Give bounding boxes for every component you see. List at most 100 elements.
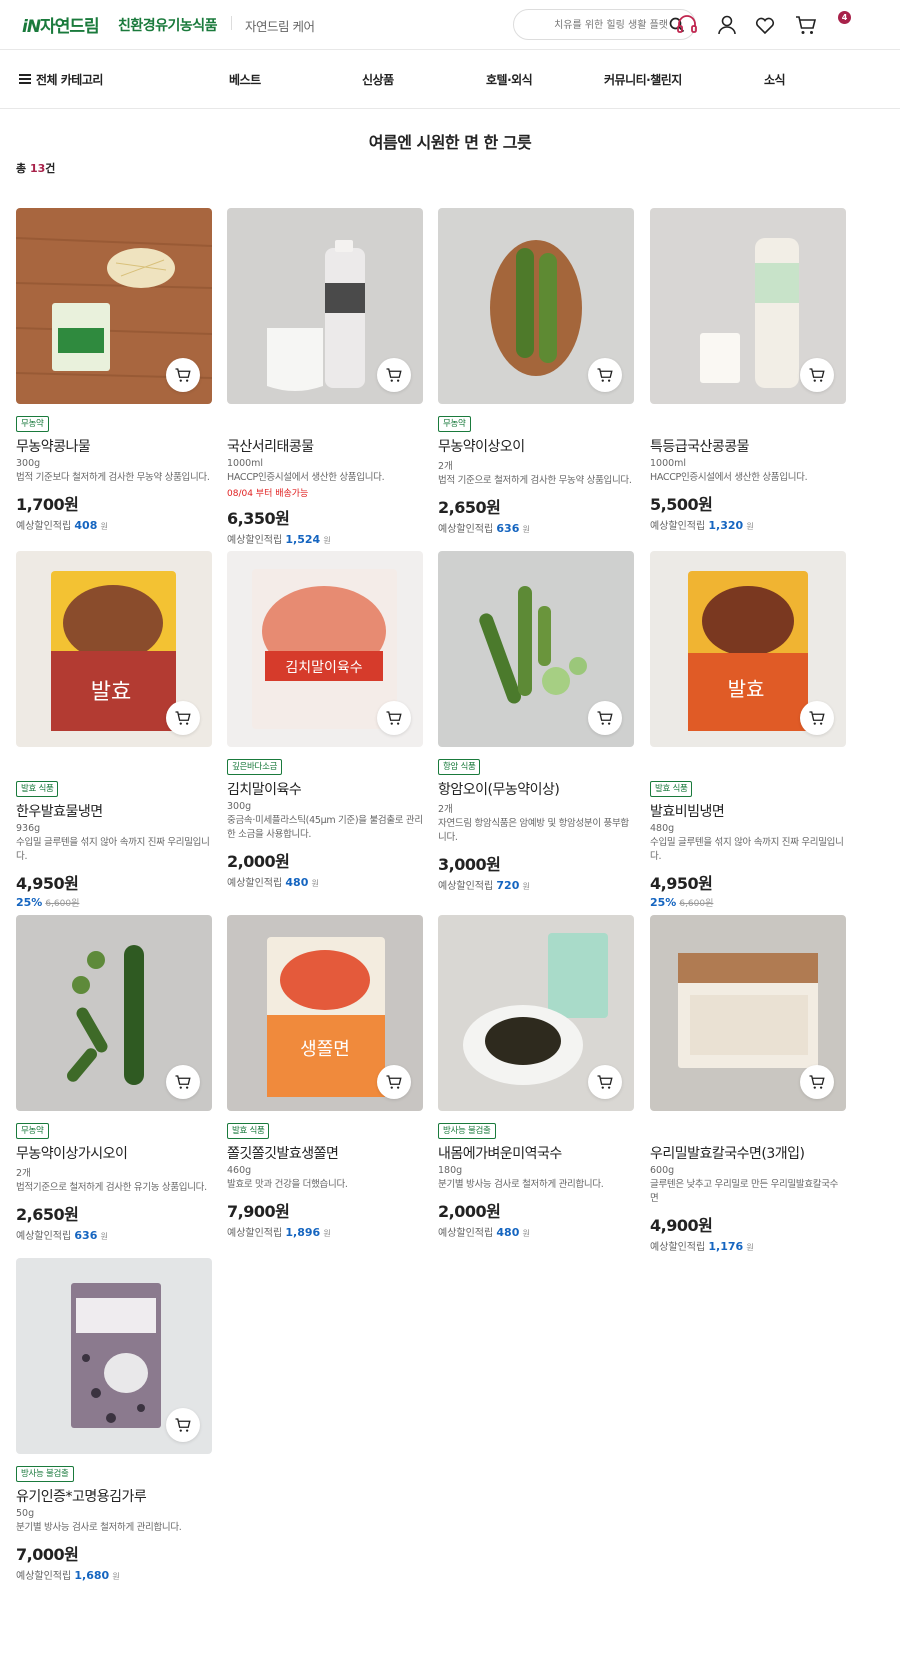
expected-points: 예상할인적립 720 원 bbox=[438, 877, 634, 892]
product-card[interactable]: 생쫄면 발효 식품 쫄깃쫄깃발효생쫄면 460g 발효로 맛과 건강을 더했습니다. 7,… bbox=[227, 915, 423, 1239]
nav-hotel-dining[interactable]: 호텔·외식 bbox=[486, 71, 533, 88]
product-card[interactable]: 우리밀발효칼국수면(3개입) 600g 글루텐은 낮추고 우리밀로 만든 우리밀발효… bbox=[650, 915, 846, 1253]
product-name[interactable]: 우리밀발효칼국수면(3개입) bbox=[650, 1143, 846, 1163]
add-to-cart-button[interactable] bbox=[377, 701, 411, 735]
hamburger-menu-icon[interactable] bbox=[19, 74, 31, 84]
product-name[interactable]: 내몸에가벼운미역국수 bbox=[438, 1143, 634, 1163]
product-name[interactable]: 항암오이(무농약이상) bbox=[438, 779, 634, 799]
product-name[interactable]: 무농약이상가시오이 bbox=[16, 1143, 212, 1163]
product-name[interactable]: 쫄깃쫄깃발효생쫄면 bbox=[227, 1143, 423, 1163]
product-card[interactable]: 무농약 무농약콩나물 300g 법적 기준보다 철저하게 검사한 무농약 상품입니다.… bbox=[16, 208, 212, 532]
product-card[interactable]: 김치말이육수 깊은바다소금 김치말이육수 300g 중금속·미세플라스틱(45μm 기준… bbox=[227, 551, 423, 889]
original-price: 6,600원 bbox=[45, 899, 80, 909]
product-image[interactable]: 김치말이육수 bbox=[227, 551, 423, 747]
add-to-cart-button[interactable] bbox=[166, 1065, 200, 1099]
add-to-cart-button[interactable] bbox=[166, 1408, 200, 1442]
product-image[interactable] bbox=[438, 915, 634, 1111]
product-card[interactable]: 특등급국산콩콩물 1000ml HACCP인증시설에서 생산한 상품입니다. 5,50… bbox=[650, 208, 846, 532]
add-to-cart-button[interactable] bbox=[166, 701, 200, 735]
product-name[interactable]: 한우발효물냉면 bbox=[16, 801, 212, 821]
product-image[interactable] bbox=[650, 208, 846, 404]
nav-new-products[interactable]: 신상품 bbox=[362, 71, 394, 88]
nav-community-challenge[interactable]: 커뮤니티·챌린지 bbox=[604, 71, 682, 88]
nav-all-categories[interactable]: 전체 카테고리 bbox=[36, 71, 103, 88]
discount-rate: 25% bbox=[16, 896, 43, 909]
product-card[interactable]: 무농약 무농약이상가시오이 2개 법적기준으로 철저하게 검사한 유기농 상품입니다.… bbox=[16, 915, 212, 1242]
user-account-icon[interactable] bbox=[715, 13, 739, 37]
product-image[interactable]: 생쫄면 bbox=[227, 915, 423, 1111]
add-to-cart-button[interactable] bbox=[800, 701, 834, 735]
expected-points: 예상할인적립 1,524 원 bbox=[227, 531, 423, 546]
add-to-cart-button[interactable] bbox=[588, 701, 622, 735]
add-to-cart-button[interactable] bbox=[588, 358, 622, 392]
points-unit: 원 bbox=[522, 1229, 530, 1238]
add-to-cart-button[interactable] bbox=[377, 358, 411, 392]
product-card[interactable]: 국산서리태콩물 1000ml HACCP인증시설에서 생산한 상품입니다. 08/04… bbox=[227, 208, 423, 546]
brand-care-link[interactable]: 자연드림 케어 bbox=[245, 16, 315, 35]
product-size: 300g bbox=[16, 458, 41, 469]
customer-service-headset-icon[interactable] bbox=[675, 13, 699, 37]
search-box[interactable] bbox=[513, 9, 696, 40]
points-value: 480 bbox=[496, 1226, 520, 1239]
discount-info: 25% 6,600원 bbox=[16, 896, 212, 909]
product-price: 7,900원 bbox=[227, 1202, 290, 1221]
product-name[interactable]: 김치말이육수 bbox=[227, 779, 423, 799]
discount-rate: 25% bbox=[650, 896, 677, 909]
expected-points: 예상할인적립 1,896 원 bbox=[227, 1224, 423, 1239]
product-name[interactable]: 유기인증*고명용김가루 bbox=[16, 1486, 212, 1506]
product-image[interactable] bbox=[438, 208, 634, 404]
product-card[interactable]: 항암 식품 항암오이(무농약이상) 2개 자연드림 항암식품은 암예방 및 항암성분이… bbox=[438, 551, 634, 892]
points-unit: 원 bbox=[746, 1243, 754, 1252]
product-card[interactable]: 방사능 불검출 내몸에가벼운미역국수 180g 분기별 방사능 검사로 철저하게 관리… bbox=[438, 915, 634, 1239]
nav-best[interactable]: 베스트 bbox=[229, 71, 261, 88]
product-image[interactable] bbox=[16, 208, 212, 404]
product-size: 2개 bbox=[438, 461, 453, 472]
product-image[interactable] bbox=[650, 915, 846, 1111]
product-name[interactable]: 발효비빔냉면 bbox=[650, 801, 846, 821]
product-name[interactable]: 국산서리태콩물 bbox=[227, 436, 423, 456]
product-description: 법적 기준으로 철저하게 검사한 무농약 상품입니다. bbox=[438, 475, 632, 486]
wishlist-heart-icon[interactable] bbox=[753, 13, 777, 37]
points-label: 예상할인적립 bbox=[227, 1228, 283, 1239]
shopping-cart-icon[interactable] bbox=[794, 13, 818, 37]
points-unit: 원 bbox=[311, 879, 319, 888]
product-description: HACCP인증시설에서 생산한 상품입니다. bbox=[227, 472, 385, 483]
add-to-cart-button[interactable] bbox=[166, 358, 200, 392]
points-label: 예상할인적립 bbox=[227, 535, 283, 546]
product-image[interactable] bbox=[16, 915, 212, 1111]
product-image[interactable] bbox=[16, 1258, 212, 1454]
add-to-cart-button[interactable] bbox=[377, 1065, 411, 1099]
points-label: 예상할인적립 bbox=[438, 1228, 494, 1239]
site-logo[interactable]: iN자연드림 bbox=[22, 12, 100, 37]
add-to-cart-button[interactable] bbox=[800, 358, 834, 392]
product-size: 1000ml bbox=[650, 458, 687, 469]
product-name[interactable]: 특등급국산콩콩물 bbox=[650, 436, 846, 456]
product-card[interactable]: 무농약 무농약이상오이 2개 법적 기준으로 철저하게 검사한 무농약 상품입니다. 2… bbox=[438, 208, 634, 535]
product-size: 936g bbox=[16, 823, 41, 834]
search-input[interactable] bbox=[528, 16, 668, 34]
product-price: 6,350원 bbox=[227, 509, 290, 528]
product-description: 법적기준으로 철저하게 검사한 유기농 상품입니다. bbox=[16, 1182, 207, 1193]
add-to-cart-button[interactable] bbox=[588, 1065, 622, 1099]
product-card[interactable]: 발효조합원 특가 D-27 09:21:27 발효 식품한우발효물냉면 936g 수입… bbox=[16, 551, 212, 909]
product-image[interactable] bbox=[227, 208, 423, 404]
points-value: 636 bbox=[74, 1229, 98, 1242]
nav-news[interactable]: 소식 bbox=[764, 71, 786, 88]
total-count: 총 13건 bbox=[16, 162, 56, 175]
product-price: 4,900원 bbox=[650, 1216, 713, 1235]
product-image[interactable] bbox=[438, 551, 634, 747]
product-card[interactable]: 방사능 불검출 유기인증*고명용김가루 50g 분기별 방사능 검사로 철저하게 관리… bbox=[16, 1258, 212, 1582]
product-name[interactable]: 무농약이상오이 bbox=[438, 436, 634, 456]
product-size: 480g bbox=[650, 823, 675, 834]
product-image[interactable]: 발효조합원 특가 D-27 09:21:27 bbox=[16, 551, 212, 747]
points-unit: 원 bbox=[323, 536, 331, 545]
brand-organic-food-link[interactable]: 친환경유기농식품 bbox=[118, 15, 218, 35]
product-image[interactable]: 발효조합원 특가 D-27 09:21:27 bbox=[650, 551, 846, 747]
product-name[interactable]: 무농약콩나물 bbox=[16, 436, 212, 456]
points-label: 예상할인적립 bbox=[438, 881, 494, 892]
points-value: 1,176 bbox=[708, 1240, 744, 1253]
points-unit: 원 bbox=[112, 1572, 120, 1581]
add-to-cart-button[interactable] bbox=[800, 1065, 834, 1099]
product-card[interactable]: 발효조합원 특가 D-27 09:21:27 발효 식품발효비빔냉면 480g 수입밀… bbox=[650, 551, 846, 909]
product-tag-badge: 무농약 bbox=[16, 416, 49, 432]
